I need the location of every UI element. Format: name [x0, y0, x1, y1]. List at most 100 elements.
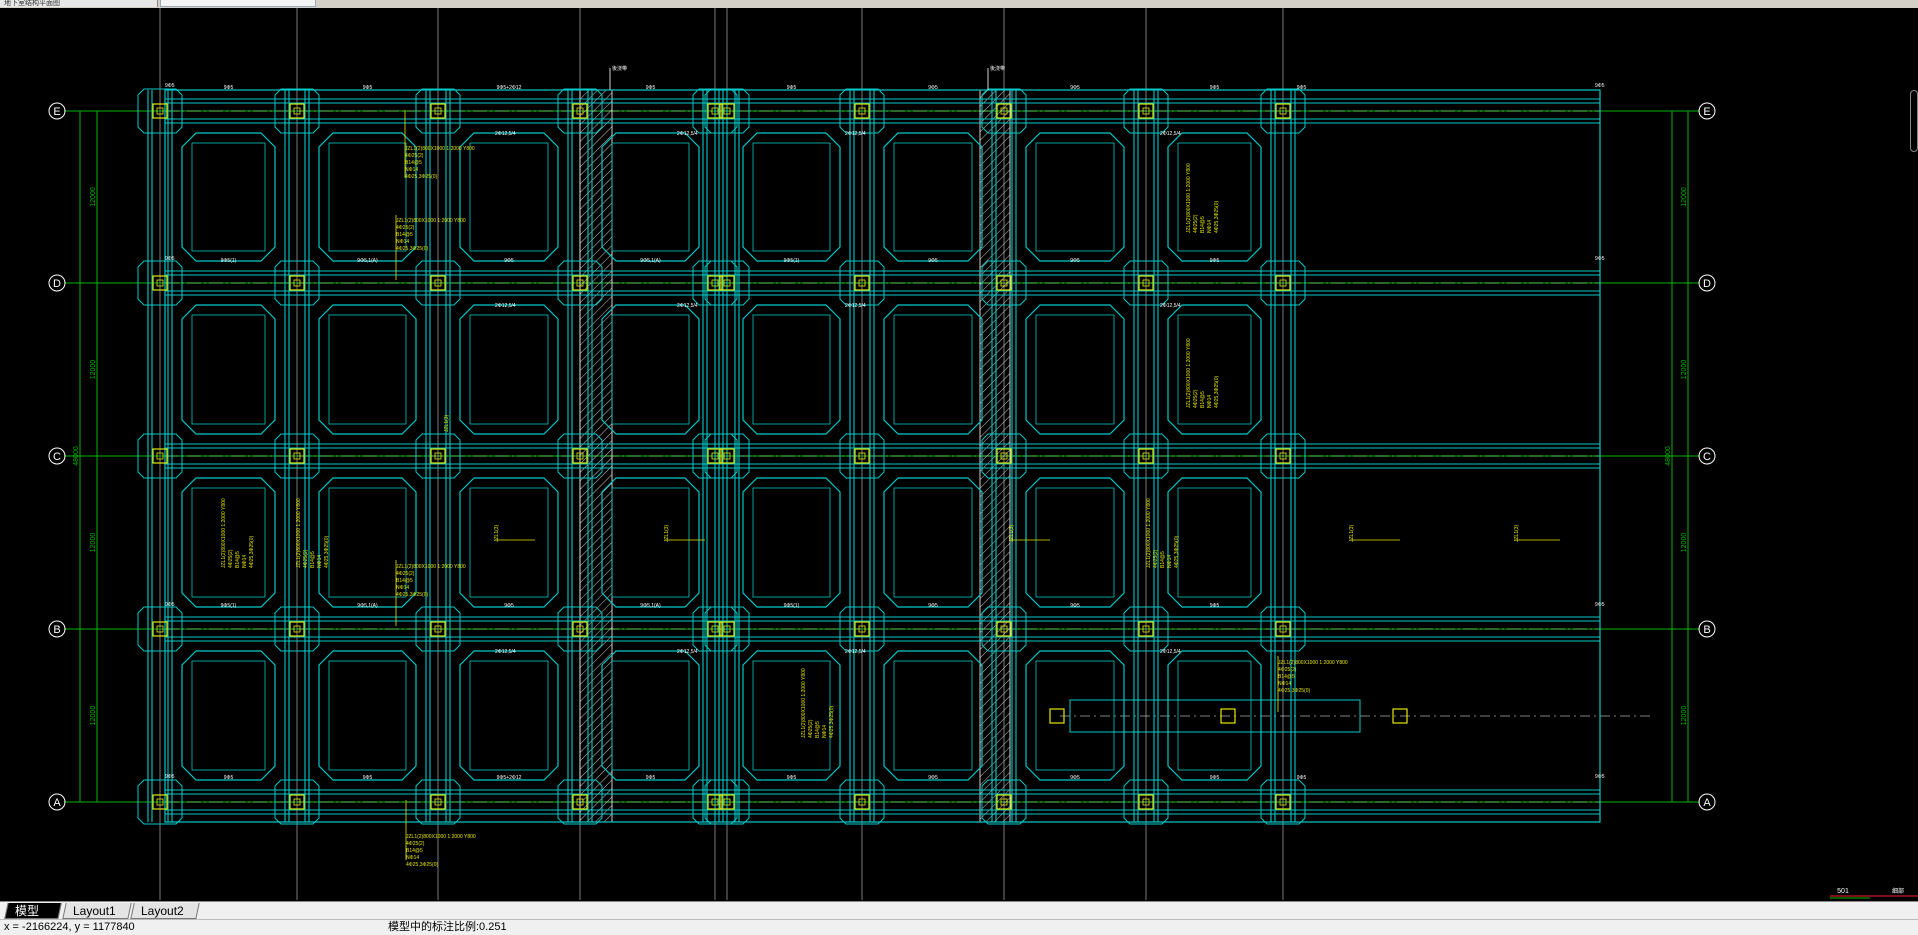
bottom-span-label: 9Φ5 — [224, 775, 234, 781]
bay-panel — [181, 477, 276, 608]
bottom-span-label: 9Φ5 — [1297, 775, 1307, 781]
bay-dimension-label: 12000 — [1681, 533, 1688, 553]
bay-panel — [318, 304, 417, 435]
side-label: 9Φ5 — [1595, 83, 1605, 89]
annotation-line-vertical: 4Φ25(2) — [303, 549, 309, 568]
bottom-span-label: 9Φ5 — [646, 775, 656, 781]
top-span-label: 9Φ5 — [787, 85, 797, 91]
scale-bar-value: 501 — [1837, 888, 1849, 895]
annotation-line-vertical: 4Φ25,3Φ25(0) — [249, 536, 255, 568]
bay-inner-outline — [752, 142, 831, 252]
mid-span-label: 9Φ5 — [504, 258, 514, 264]
annotation-line-vertical: B14@5 — [1160, 551, 1166, 568]
bay-inner-outline — [1035, 660, 1115, 771]
pointer-label: 後浇带 — [612, 65, 627, 72]
corner-label: 2Φ12,5/4 — [495, 649, 516, 655]
annotation-line-vertical: JZL1(2)800X1000 1:2000 Y800 — [1146, 498, 1152, 568]
axis-bubble-label: A — [1703, 797, 1711, 809]
bottom-span-label: 9Φ5 — [787, 775, 797, 781]
mid-span-label: 9Φ5(1) — [784, 258, 800, 264]
annotation-line: B14@5 — [396, 232, 413, 238]
bay-inner-outline — [752, 487, 831, 598]
annotation-line: 4Φ25(2) — [1278, 667, 1297, 673]
bay-panel — [1025, 650, 1125, 781]
single-annotation: JZL1(3) — [1514, 524, 1520, 542]
annotation-line-vertical: 4Φ25,3Φ25(0) — [1214, 201, 1220, 233]
document-tab-strip: 地下室结构平面图 — [0, 0, 1918, 8]
bay-panel — [601, 477, 700, 608]
bay-inner-outline — [328, 314, 407, 425]
annotation-line-vertical: B14@5 — [815, 721, 821, 738]
bay-panel — [742, 132, 841, 262]
bay-inner-outline — [1035, 487, 1115, 598]
tab-layout1[interactable]: Layout1 — [62, 903, 132, 919]
axis-bubble-label: A — [53, 797, 61, 809]
tab-layout2[interactable]: Layout2 — [130, 903, 200, 919]
canvas-scroll-indicator[interactable] — [1910, 90, 1918, 152]
bay-panel — [742, 650, 841, 781]
corner-label: 2Φ12,5/4 — [845, 649, 866, 655]
bay-inner-outline — [328, 660, 407, 771]
side-label: 9Φ5 — [1595, 602, 1605, 608]
bay-panel — [883, 304, 983, 435]
annotation-line-vertical: NΦ14 — [317, 555, 323, 568]
bay-inner-outline — [611, 660, 690, 771]
annotation-line-vertical: NΦ14 — [242, 555, 248, 568]
bay-inner-outline — [191, 660, 266, 771]
bay-panel — [883, 477, 983, 608]
top-span-label: 9Φ5 — [928, 85, 938, 91]
side-label: 9Φ5 — [1595, 256, 1605, 262]
corner-label: 2Φ12,5/4 — [495, 303, 516, 309]
bay-dimension-label: 12000 — [90, 360, 97, 380]
side-label: 9Φ5 — [165, 83, 175, 89]
single-annotation: JZL1(3) — [664, 524, 670, 542]
top-span-label: 9Φ5 — [646, 85, 656, 91]
mid-span-label: 9Φ5,1(A) — [640, 603, 661, 609]
annotation-line: JZL1(2)800X1000 1:2000 Y800 — [406, 834, 476, 840]
annotation-line: 4Φ25,3Φ25(0) — [405, 174, 437, 180]
top-span-label: 9Φ5 — [1297, 85, 1307, 91]
annotation-line: JZL1(2)800X1000 1:2000 Y800 — [1278, 660, 1348, 666]
mid-span-label: 9Φ5 — [1210, 603, 1220, 609]
bay-panel — [1167, 304, 1262, 435]
annotation-line: B14@5 — [406, 848, 423, 854]
bay-panel — [459, 650, 559, 781]
bay-panel — [181, 650, 276, 781]
top-span-label: 9Φ5 — [363, 85, 373, 91]
bay-dimension-label: 12000 — [1681, 360, 1688, 380]
bay-inner-outline — [893, 142, 973, 252]
annotation-line: 4Φ25,3Φ25(0) — [396, 246, 428, 252]
bay-panel — [1167, 132, 1262, 262]
bay-panel — [1025, 132, 1125, 262]
mid-span-label: 9Φ5 — [1070, 258, 1080, 264]
side-label: 9Φ5 — [165, 774, 175, 780]
bay-panel — [1025, 304, 1125, 435]
axis-bubble-label: C — [53, 451, 61, 463]
annotation-line-vertical: JZL1(2)800X1000 1:2000 Y800 — [221, 498, 227, 568]
annotation-line-vertical: NΦ14 — [1207, 395, 1213, 408]
annotation-line: JZL1(2)800X1000 1:2000 Y800 — [396, 218, 466, 224]
side-label: 9Φ5 — [1595, 774, 1605, 780]
tab-model[interactable]: 模型 — [4, 903, 62, 919]
bay-inner-outline — [191, 142, 266, 252]
corner-label: 2Φ12,5/4 — [845, 303, 866, 309]
post-pour-strip — [979, 89, 1011, 823]
annotation-line: 4Φ25,3Φ25(0) — [396, 592, 428, 598]
bay-dimension-label: 12000 — [90, 533, 97, 553]
mid-span-label: 9Φ5,1(A) — [640, 258, 661, 264]
bay-inner-outline — [893, 487, 973, 598]
document-tab[interactable]: 地下室结构平面图 — [0, 0, 158, 7]
mid-span-label: 9Φ5 — [1070, 603, 1080, 609]
bay-dimension-label: 12000 — [1681, 187, 1688, 207]
annotation-line: NΦ14 — [405, 167, 418, 173]
bay-panel — [742, 304, 841, 435]
top-span-label: 9Φ5 — [224, 85, 234, 91]
bay-inner-outline — [752, 314, 831, 425]
drawing-canvas[interactable]: E E D D C C B B A A 12000 12000 12000 12000 48000 1200… — [0, 8, 1918, 901]
document-tab-empty[interactable] — [160, 0, 316, 7]
status-bar: x = -2166224, y = 1177840 模型中的标注比例:0.251 — [0, 919, 1918, 935]
top-span-label: 9Φ5 — [1210, 85, 1220, 91]
bay-panel — [1025, 477, 1125, 608]
bay-panel — [601, 304, 700, 435]
annotation-line-vertical: JZL1(2)800X1000 1:2000 Y800 — [1186, 163, 1192, 233]
